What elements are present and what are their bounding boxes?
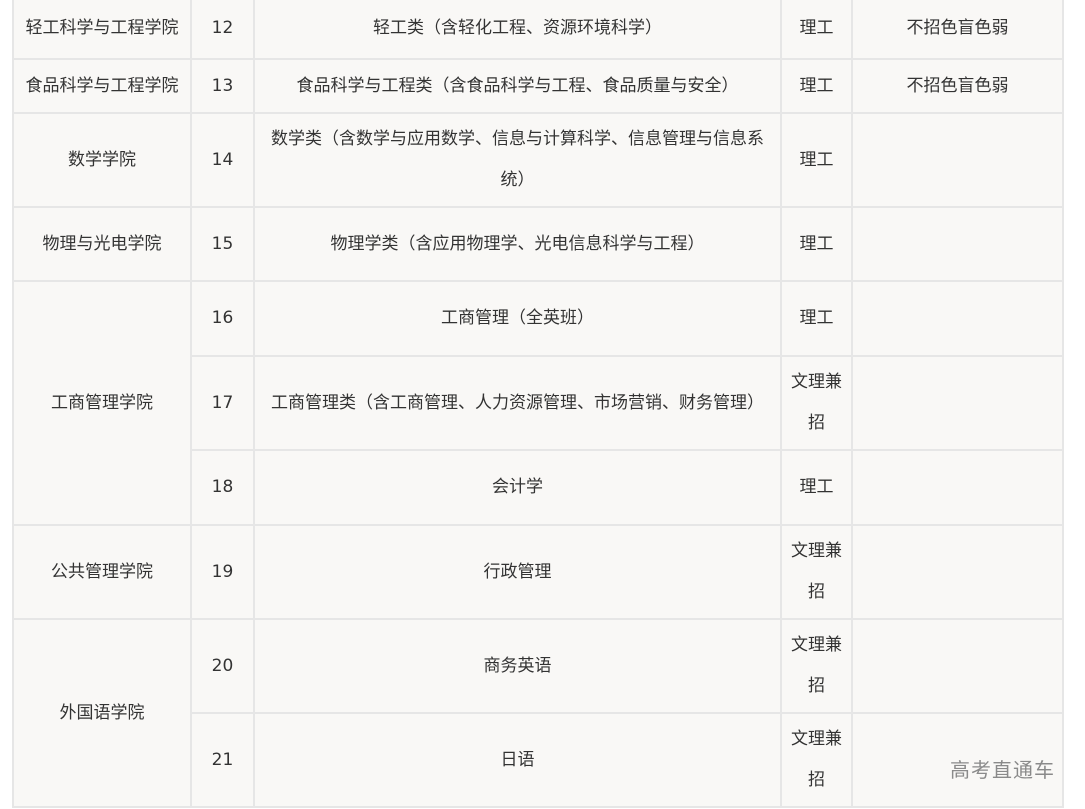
note-cell: 不招色盲色弱 (851, 58, 1064, 114)
table-row: 公共管理学院 19 行政管理 文理兼招 (12, 524, 1064, 620)
category-cell: 文理兼招 (780, 618, 853, 714)
major-code-cell: 14 (190, 112, 255, 208)
major-cell: 商务英语 (253, 618, 782, 714)
category-cell: 文理兼招 (780, 355, 853, 451)
major-cell: 工商管理（全英班） (253, 280, 782, 357)
category-cell: 理工 (780, 112, 853, 208)
category-text: 文理兼招 (791, 635, 842, 696)
major-cell: 数学类（含数学与应用数学、信息与计算科学、信息管理与信息系统） (253, 112, 782, 208)
table-row: 外国语学院 20 商务英语 文理兼招 (12, 618, 1064, 808)
major-code-cell: 12 (190, 0, 255, 60)
note-cell (851, 112, 1064, 208)
major-code-cell: 15 (190, 206, 255, 282)
college-cell: 工商管理学院 (12, 280, 192, 526)
category-cell: 文理兼招 (780, 712, 853, 808)
category-cell: 理工 (780, 449, 853, 526)
table-row: 物理与光电学院 15 物理学类（含应用物理学、光电信息科学与工程） 理工 (12, 206, 1064, 282)
admissions-table-container: 轻工科学与工程学院 12 轻工类（含轻化工程、资源环境科学） 理工 不招色盲色弱… (12, 0, 1064, 808)
major-cell: 工商管理类（含工商管理、人力资源管理、市场营销、财务管理） (253, 355, 782, 451)
note-cell (851, 280, 1064, 357)
major-cell: 会计学 (253, 449, 782, 526)
major-cell: 日语 (253, 712, 782, 808)
note-cell (851, 449, 1064, 526)
category-text: 文理兼招 (791, 729, 842, 790)
category-text: 文理兼招 (791, 541, 842, 602)
major-code-cell: 16 (190, 280, 255, 357)
major-code-cell: 13 (190, 58, 255, 114)
note-cell (851, 524, 1064, 620)
major-code-cell: 19 (190, 524, 255, 620)
college-cell: 轻工科学与工程学院 (12, 0, 192, 60)
major-cell: 食品科学与工程类（含食品科学与工程、食品质量与安全） (253, 58, 782, 114)
college-cell: 公共管理学院 (12, 524, 192, 620)
college-cell: 外国语学院 (12, 618, 192, 808)
major-code-cell: 18 (190, 449, 255, 526)
table-row: 数学学院 14 数学类（含数学与应用数学、信息与计算科学、信息管理与信息系统） … (12, 112, 1064, 208)
major-code-cell: 20 (190, 618, 255, 714)
major-code-cell: 21 (190, 712, 255, 808)
college-cell: 数学学院 (12, 112, 192, 208)
watermark-text: 高考直通车 (950, 758, 1055, 782)
note-cell: 不招色盲色弱 (851, 0, 1064, 60)
table-row: 工商管理学院 16 工商管理（全英班） 理工 (12, 280, 1064, 526)
note-cell (851, 618, 1064, 714)
category-cell: 理工 (780, 0, 853, 60)
category-text: 文理兼招 (791, 372, 842, 433)
category-cell: 文理兼招 (780, 524, 853, 620)
table-row: 轻工科学与工程学院 12 轻工类（含轻化工程、资源环境科学） 理工 不招色盲色弱 (12, 0, 1064, 60)
major-cell: 物理学类（含应用物理学、光电信息科学与工程） (253, 206, 782, 282)
major-cell: 行政管理 (253, 524, 782, 620)
note-cell (851, 355, 1064, 451)
category-cell: 理工 (780, 206, 853, 282)
admissions-table: 轻工科学与工程学院 12 轻工类（含轻化工程、资源环境科学） 理工 不招色盲色弱… (12, 0, 1064, 808)
note-cell (851, 206, 1064, 282)
category-cell: 理工 (780, 58, 853, 114)
table-row: 食品科学与工程学院 13 食品科学与工程类（含食品科学与工程、食品质量与安全） … (12, 58, 1064, 114)
major-code-cell: 17 (190, 355, 255, 451)
category-cell: 理工 (780, 280, 853, 357)
college-cell: 物理与光电学院 (12, 206, 192, 282)
college-cell: 食品科学与工程学院 (12, 58, 192, 114)
major-cell: 轻工类（含轻化工程、资源环境科学） (253, 0, 782, 60)
